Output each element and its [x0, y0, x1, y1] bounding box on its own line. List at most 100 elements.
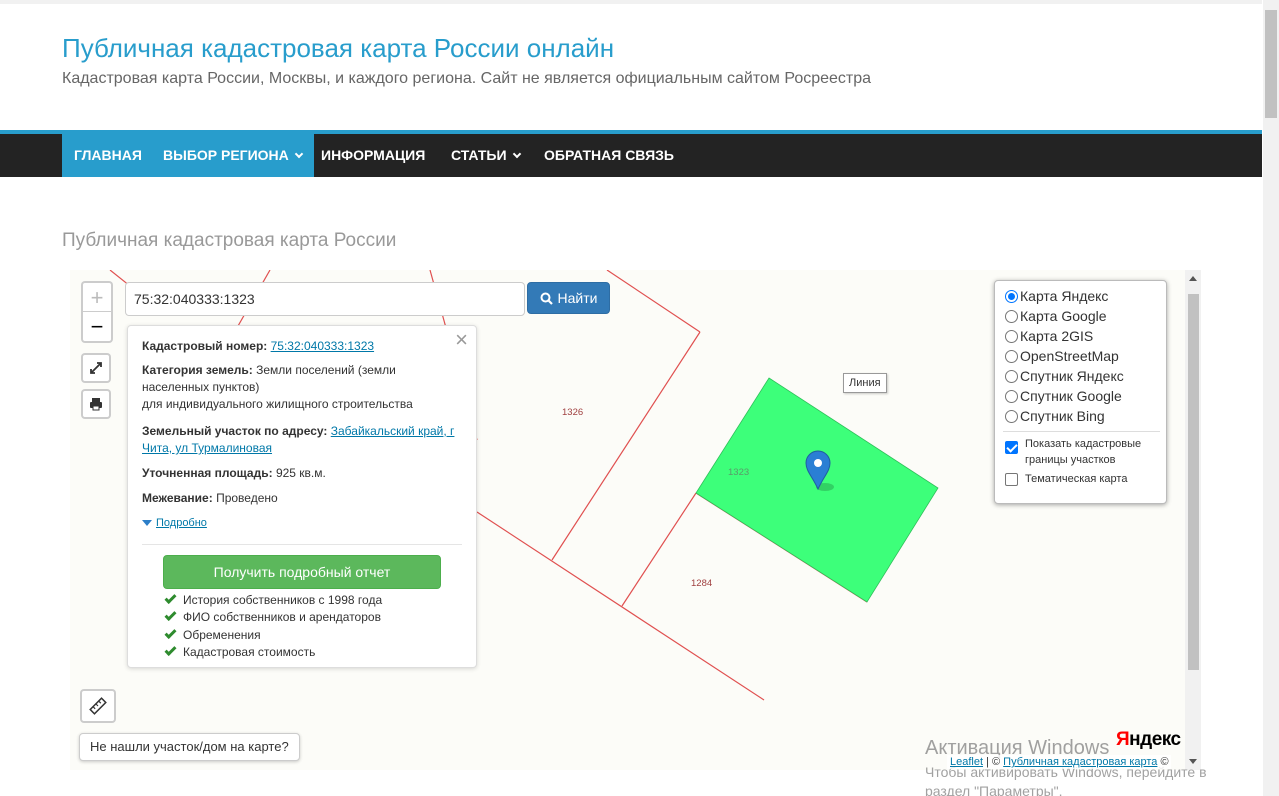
radio-icon[interactable] — [1005, 310, 1018, 323]
category-row: Категория земель: Земли поселений (земли… — [142, 362, 464, 413]
site-description: Кадастровая карта России, Москвы, и кажд… — [62, 70, 872, 87]
radio-icon[interactable] — [1005, 410, 1018, 423]
layer-option-yandex-satellite[interactable]: Спутник Яндекс — [1005, 366, 1124, 386]
layer-label: OpenStreetMap — [1020, 348, 1119, 364]
layer-switcher: Карта Яндекс Карта Google Карта 2GIS Ope… — [994, 280, 1167, 504]
list-item: ФИО собственников и арендаторов — [164, 609, 382, 626]
nav-item-info[interactable]: ИНФОРМАЦИЯ — [309, 134, 437, 177]
yandex-logo-letter: Я — [1116, 729, 1130, 750]
divider — [1003, 431, 1160, 432]
list-item-label: Кадастровая стоимость — [183, 644, 316, 659]
radio-icon[interactable] — [1005, 370, 1018, 383]
layer-option-google-satellite[interactable]: Спутник Google — [1005, 386, 1122, 406]
zoom-in-button[interactable]: + — [83, 283, 111, 312]
map-scrollbar[interactable] — [1185, 270, 1201, 770]
more-details-label: Подробно — [156, 517, 207, 529]
nav-label: ГЛАВНАЯ — [74, 147, 142, 163]
site-title[interactable]: Публичная кадастровая карта России онлай… — [62, 33, 614, 64]
line-tooltip: Линия — [843, 373, 887, 393]
nav-item-articles[interactable]: СТАТЬИ — [439, 134, 532, 177]
category-label: Категория земель: — [142, 363, 253, 377]
thematic-map-checkbox[interactable] — [1005, 473, 1018, 486]
address-row: Земельный участок по адресу: Забайкальск… — [142, 423, 464, 457]
nav-item-feedback[interactable]: ОБРАТНАЯ СВЯЗЬ — [532, 134, 686, 177]
layer-option-bing-satellite[interactable]: Спутник Bing — [1005, 406, 1105, 426]
parcel-label-1323: 1323 — [728, 467, 749, 478]
list-item: Обременения — [164, 626, 382, 644]
parcel-label-1326: 1326 — [562, 407, 583, 418]
zoom-out-button[interactable]: − — [83, 312, 111, 341]
scroll-up-icon[interactable] — [1189, 276, 1197, 281]
layer-label: Спутник Яндекс — [1020, 368, 1124, 384]
area-row: Уточненная площадь: 925 кв.м. — [142, 465, 464, 482]
nav-label: ВЫБОР РЕГИОНА — [163, 147, 289, 163]
printer-icon — [90, 398, 102, 411]
nav-item-region[interactable]: ВЫБОР РЕГИОНА — [151, 134, 314, 177]
layer-label: Спутник Bing — [1020, 408, 1105, 424]
radio-icon[interactable] — [1005, 350, 1018, 363]
cad-number-link[interactable]: 75:32:040333:1323 — [271, 339, 374, 353]
nav-item-home[interactable]: ГЛАВНАЯ — [62, 134, 154, 177]
page-scrollbar[interactable] — [1263, 0, 1279, 796]
chevron-down-icon — [294, 149, 304, 159]
triangle-down-icon — [142, 520, 152, 526]
checkmark-icon — [164, 591, 177, 605]
survey-label: Межевание: — [142, 491, 213, 505]
ruler-icon — [89, 697, 107, 715]
layer-option-yandex-map[interactable]: Карта Яндекс — [1005, 286, 1108, 306]
list-item: История собственников с 1998 года — [164, 591, 382, 609]
get-report-button[interactable]: Получить подробный отчет — [163, 555, 441, 589]
scroll-thumb[interactable] — [1188, 294, 1199, 670]
divider — [142, 544, 462, 545]
radio-selected-icon[interactable] — [1005, 290, 1018, 303]
area-value: 925 кв.м. — [275, 466, 326, 480]
checkmark-icon — [164, 609, 177, 622]
nav-label: ОБРАТНАЯ СВЯЗЬ — [544, 147, 674, 163]
layer-option-osm[interactable]: OpenStreetMap — [1005, 346, 1119, 366]
search-button[interactable]: Найти — [527, 282, 610, 314]
list-item-label: ФИО собственников и арендаторов — [183, 610, 381, 625]
boundary-line — [606, 270, 701, 333]
main-nav: ГЛАВНАЯ ВЫБОР РЕГИОНА ИНФОРМАЦИЯ СТАТЬИ … — [0, 130, 1262, 177]
layer-label: Спутник Google — [1020, 388, 1122, 404]
attribution-end: © — [1157, 756, 1169, 768]
parcel-1323[interactable] — [695, 377, 939, 603]
layer-option-google-map[interactable]: Карта Google — [1005, 306, 1107, 326]
nav-label: СТАТЬИ — [451, 147, 507, 163]
page-title: Публичная кадастровая карта России — [62, 230, 397, 251]
search-icon — [540, 292, 553, 305]
radio-icon[interactable] — [1005, 390, 1018, 403]
radio-icon[interactable] — [1005, 330, 1018, 343]
not-found-button[interactable]: Не нашли участок/дом на карте? — [79, 733, 300, 761]
chevron-down-icon — [512, 149, 521, 159]
area-label: Уточненная площадь: — [142, 466, 273, 480]
map-attribution: Leaflet | © Публичная кадастровая карта … — [947, 755, 1171, 769]
layer-label: Карта Яндекс — [1020, 288, 1109, 304]
list-item-label: Обременения — [183, 627, 261, 642]
layer-option-2gis-map[interactable]: Карта 2GIS — [1005, 326, 1093, 346]
more-details-link[interactable]: Подробно — [142, 517, 207, 529]
zoom-control: + − — [81, 281, 113, 343]
checkmark-icon — [164, 626, 177, 639]
category-use: для индивидуального жилищного строительс… — [142, 397, 413, 411]
page-scroll-thumb[interactable] — [1265, 10, 1277, 118]
measure-button[interactable] — [80, 689, 116, 723]
list-item: Кадастровая стоимость — [164, 643, 382, 661]
boundary-line — [551, 331, 701, 561]
fullscreen-button[interactable] — [81, 353, 111, 383]
boundary-line — [476, 511, 765, 701]
survey-value: Проведено — [216, 491, 278, 505]
cadastral-boundaries-checkbox[interactable] — [1005, 441, 1018, 454]
search-button-label: Найти — [557, 290, 598, 306]
site-link[interactable]: Публичная кадастровая карта — [1003, 756, 1157, 768]
top-strip — [0, 0, 1262, 4]
yandex-logo: Яндекс — [1116, 729, 1181, 751]
cadastral-search-input[interactable]: 75:32:040333:1323 — [125, 282, 525, 316]
parcel-label-1284: 1284 — [691, 578, 712, 589]
cad-number-label: Кадастровый номер: — [142, 339, 268, 353]
layer-label: Карта 2GIS — [1020, 328, 1094, 344]
print-button[interactable] — [81, 389, 111, 419]
nav-label: ИНФОРМАЦИЯ — [321, 147, 426, 163]
leaflet-link[interactable]: Leaflet — [950, 756, 983, 768]
cadastral-boundaries-label: Показать кадастровые границы участков — [1025, 438, 1142, 466]
